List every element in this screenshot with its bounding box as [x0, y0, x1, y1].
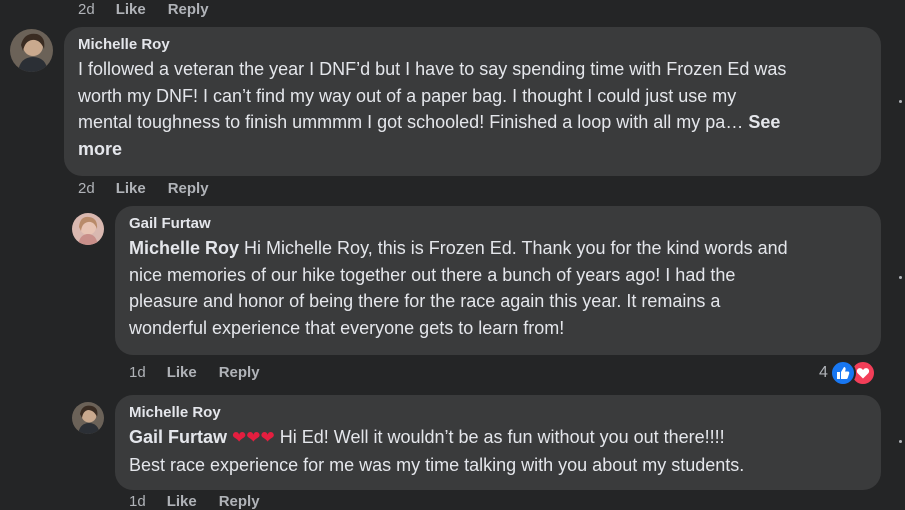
mention-link[interactable]: Michelle Roy: [129, 238, 239, 258]
see-more-link[interactable]: See: [748, 112, 780, 132]
previous-comment-actions: 2d Like Reply: [78, 1, 231, 18]
comment-text: I followed a veteran the year I DNF’d bu…: [78, 56, 867, 162]
reply-button[interactable]: Reply: [219, 364, 260, 381]
comment-line-text: mental toughness to finish ummmm I got s…: [78, 112, 749, 132]
comment-actions: 2d Like Reply: [78, 180, 231, 197]
more-options-dot[interactable]: [899, 440, 902, 443]
reply-line: Michelle Roy Hi Michelle Roy, this is Fr…: [129, 235, 867, 262]
comment-line: mental toughness to finish ummmm I got s…: [78, 109, 867, 136]
like-icon: [829, 360, 856, 386]
more-options-dot[interactable]: [899, 100, 902, 103]
reply-button[interactable]: Reply: [168, 180, 209, 197]
reply-timestamp[interactable]: 1d: [129, 493, 146, 510]
reply-line-text: Hi Michelle Roy, this is Frozen Ed. Than…: [239, 238, 788, 258]
reply-line: wonderful experience that everyone gets …: [129, 317, 565, 338]
like-button[interactable]: Like: [116, 1, 146, 18]
reply-text: Michelle Roy Hi Michelle Roy, this is Fr…: [129, 235, 867, 341]
reply-line: Gail Furtaw ❤❤❤ Hi Ed! Well it wouldn’t …: [129, 424, 867, 452]
avatar[interactable]: [10, 29, 53, 72]
like-button[interactable]: Like: [116, 180, 146, 197]
reply-button[interactable]: Reply: [219, 493, 260, 510]
reply-line-text: Hi Ed! Well it wouldn’t be as fun withou…: [274, 427, 725, 447]
comment-line: I followed a veteran the year I DNF’d bu…: [78, 59, 787, 79]
reply-line: pleasure and honor of being there for th…: [129, 291, 721, 311]
more-options-dot[interactable]: [899, 276, 902, 279]
reaction-summary[interactable]: 4: [819, 360, 876, 386]
reply-line: nice memories of our hike together out t…: [129, 264, 736, 285]
like-button[interactable]: Like: [167, 364, 197, 381]
reply-actions: 1d Like Reply: [129, 493, 282, 510]
reply-author[interactable]: Gail Furtaw: [129, 215, 867, 232]
comment-line: worth my DNF! I can’t find my way out of…: [78, 85, 737, 106]
reply-timestamp[interactable]: 1d: [129, 364, 146, 381]
see-more-link-continued[interactable]: more: [78, 136, 867, 163]
reply-button[interactable]: Reply: [168, 1, 209, 18]
reply-bubble: Gail Furtaw Michelle Roy Hi Michelle Roy…: [115, 206, 881, 355]
reply-text: Gail Furtaw ❤❤❤ Hi Ed! Well it wouldn’t …: [129, 424, 867, 478]
heart-emoji: ❤❤❤: [232, 428, 275, 447]
comment-timestamp[interactable]: 2d: [78, 1, 95, 18]
comment-timestamp[interactable]: 2d: [78, 180, 95, 197]
reply-bubble: Michelle Roy Gail Furtaw ❤❤❤ Hi Ed! Well…: [115, 395, 881, 490]
reaction-count: 4: [819, 364, 828, 381]
comment-bubble: Michelle Roy I followed a veteran the ye…: [64, 27, 881, 176]
mention-link[interactable]: Gail Furtaw: [129, 427, 227, 447]
avatar[interactable]: [72, 402, 104, 434]
comment-author[interactable]: Michelle Roy: [78, 36, 867, 53]
like-button[interactable]: Like: [167, 493, 197, 510]
reply-actions: 1d Like Reply: [129, 364, 282, 381]
avatar[interactable]: [72, 213, 104, 245]
reply-line: Best race experience for me was my time …: [129, 454, 745, 475]
reply-author[interactable]: Michelle Roy: [129, 404, 867, 421]
